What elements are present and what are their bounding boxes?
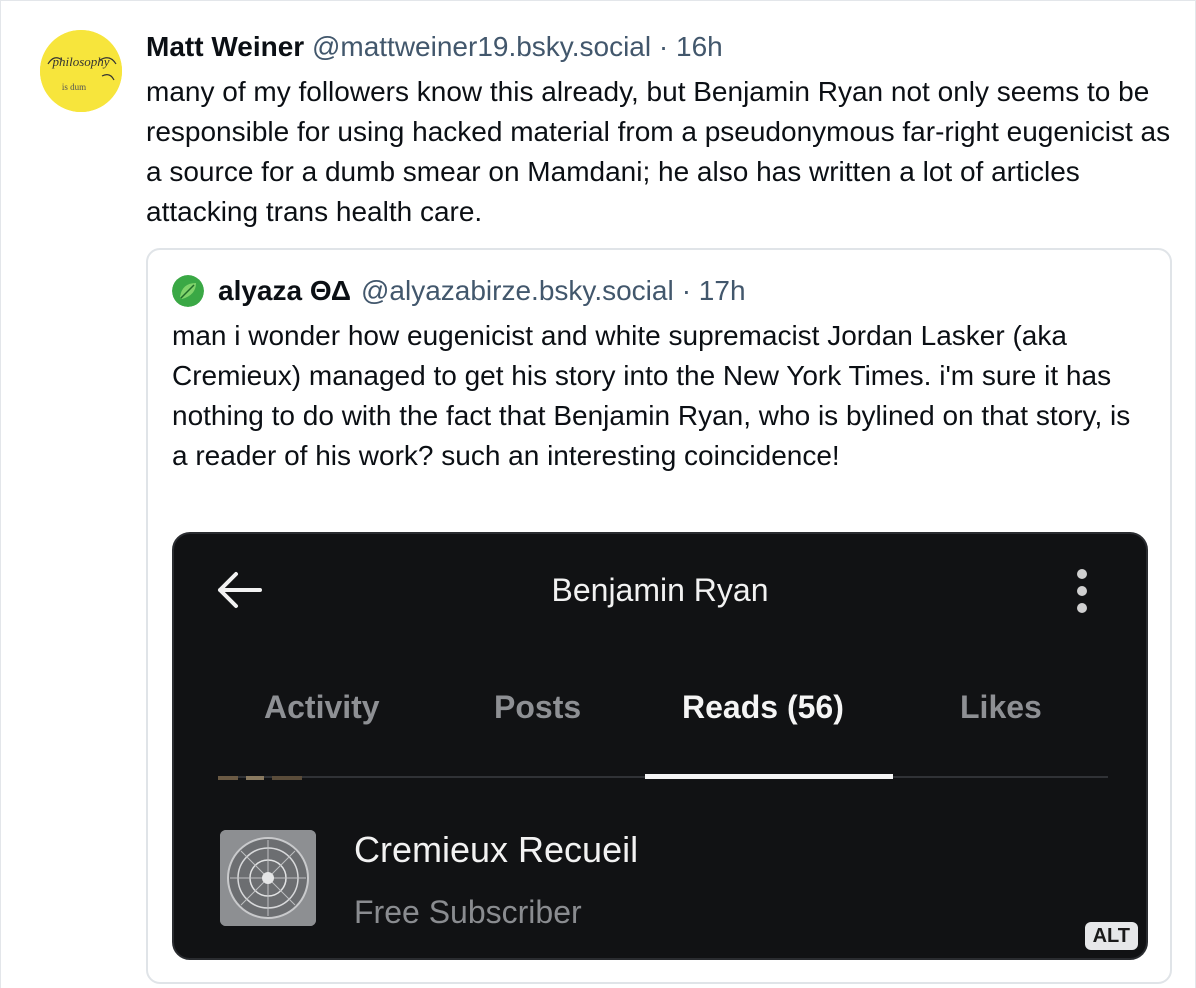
left-border <box>0 0 1 988</box>
tab-activity: Activity <box>264 689 380 725</box>
subscription-status: Free Subscriber <box>354 894 582 930</box>
partial-item-strip <box>218 776 302 780</box>
tab-posts: Posts <box>494 689 582 725</box>
post-header: Matt Weiner @mattweiner19.bsky.social · … <box>146 30 723 64</box>
philosophy-avatar-icon: philosophy is dum <box>40 30 122 112</box>
quoted-post-time[interactable]: · 17h <box>682 274 746 308</box>
post-time[interactable]: · 16h <box>659 31 723 62</box>
avatar-text-bottom: is dum <box>62 82 86 92</box>
quoted-author-name[interactable]: alyaza ΘΔ <box>218 274 351 308</box>
author-handle[interactable]: @mattweiner19.bsky.social <box>312 31 651 62</box>
quoted-author-handle[interactable]: @alyazabirze.bsky.social <box>361 274 674 308</box>
publication-name: Cremieux Recueil <box>354 829 639 870</box>
quoted-post-body: man i wonder how eugenicist and white su… <box>172 320 1131 471</box>
quoted-post-header: alyaza ΘΔ @alyazabirze.bsky.social · 17h <box>172 274 746 308</box>
publication-thumbnail <box>220 830 316 926</box>
author-name[interactable]: Matt Weiner <box>146 31 304 62</box>
green-leaf-avatar-icon[interactable] <box>172 275 204 307</box>
more-options-icon <box>1077 569 1087 613</box>
embedded-screenshot[interactable]: Benjamin Ryan Activity Posts Reads (56) … <box>172 532 1148 960</box>
quoted-post-card[interactable]: alyaza ΘΔ @alyazabirze.bsky.social · 17h… <box>146 248 1172 984</box>
ornate-medallion-icon <box>220 830 316 926</box>
author-avatar[interactable]: philosophy is dum <box>40 30 122 112</box>
avatar-text-top: philosophy <box>51 54 109 69</box>
tab-likes: Likes <box>960 689 1042 725</box>
active-tab-underline <box>645 774 893 779</box>
profile-title: Benjamin Ryan <box>551 572 769 608</box>
alt-text-button[interactable]: ALT <box>1084 922 1138 950</box>
post-body: many of my followers know this already, … <box>146 76 1171 227</box>
profile-tabs: Activity Posts Reads (56) Likes <box>218 686 1108 780</box>
tab-reads: Reads (56) <box>682 689 844 725</box>
top-border <box>0 0 1196 1</box>
